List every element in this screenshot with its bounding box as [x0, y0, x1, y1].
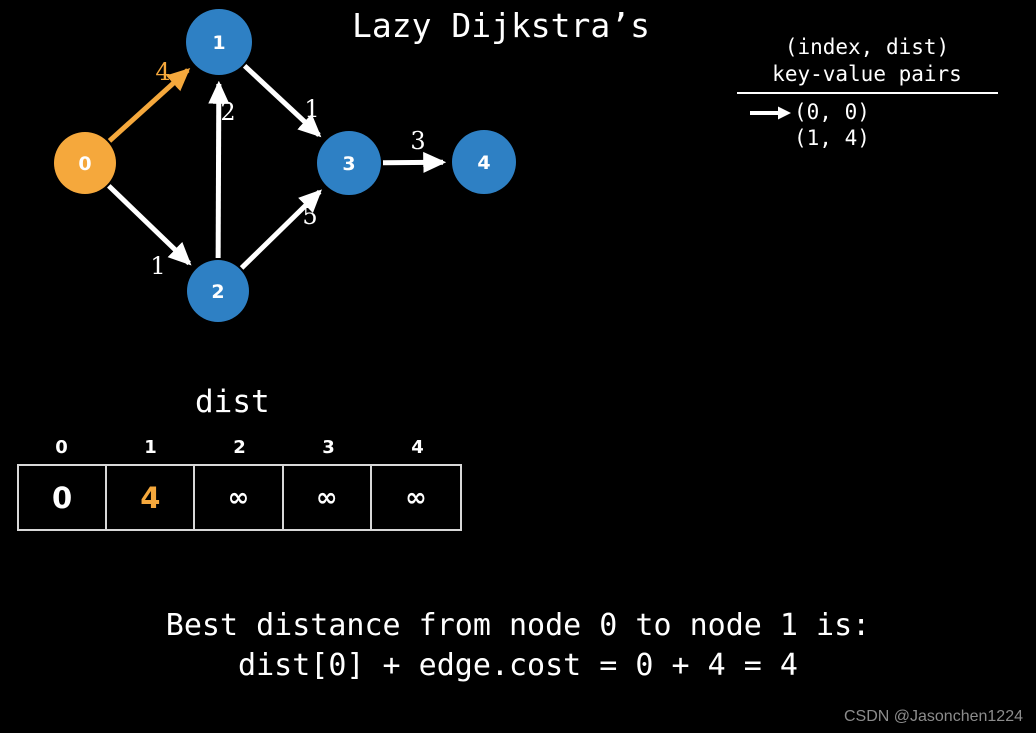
dist-cell: ∞: [195, 466, 284, 529]
edge-weight-label: 3: [410, 127, 425, 155]
slide-canvas: 0 1 2 3 4 4 1 2 1 5 3 Lazy Dijkstra’s (index, dis…: [0, 0, 1036, 733]
dist-index-label: 0: [55, 437, 68, 458]
pq-pointer-arrow-icon: [750, 106, 791, 120]
dist-index-label: 4: [411, 437, 424, 458]
watermark: CSDN @Jasonchen1224: [843, 708, 1023, 725]
pq-header-line-2: key-value pairs: [772, 62, 962, 86]
graph-edge: [107, 184, 192, 266]
graph-node-label: 3: [342, 153, 355, 175]
priority-queue-panel: (index, dist) key-value pairs (0, 0) (1,…: [722, 34, 1012, 151]
pq-entry: (1, 4): [794, 126, 870, 150]
pq-entry-list: (0, 0) (1, 4): [722, 99, 1012, 151]
dist-cell: 4: [107, 466, 196, 529]
edge-weight-label: 2: [220, 98, 235, 126]
node-layer: 0 1 2 3 4: [54, 9, 516, 322]
dist-index-label: 2: [233, 437, 246, 458]
graph-node-label: 4: [477, 152, 490, 174]
explanation-line-1: Best distance from node 0 to node 1 is:: [165, 608, 871, 643]
dist-index-label: 1: [144, 437, 157, 458]
graph-node-label: 2: [211, 281, 224, 303]
dist-index-label: 3: [322, 437, 335, 458]
graph-edge: [107, 67, 191, 143]
graph-node-label: 0: [78, 153, 91, 175]
edge-weight-label: 4: [155, 58, 170, 86]
edge-weight-layer: 4 1 2 1 5 3: [150, 58, 425, 280]
edge-weight-label: 1: [304, 95, 319, 123]
graph-node-label: 1: [212, 32, 225, 54]
edge-layer: [107, 64, 447, 270]
graph-edge: [208, 80, 230, 259]
dist-table: 0 4 ∞ ∞ ∞: [17, 464, 462, 531]
explanation-line-2: dist[0] + edge.cost = 0 + 4 = 4: [238, 648, 798, 683]
dist-cell: 0: [19, 466, 108, 529]
dist-index-header-row: 0 1 2 3 4: [17, 437, 462, 458]
dist-cell: ∞: [284, 466, 372, 529]
explanation-block: Best distance from node 0 to node 1 is: …: [0, 606, 1036, 686]
edge-weight-label: 1: [150, 252, 165, 280]
edge-weight-label: 5: [302, 202, 317, 230]
dist-table-title: dist: [195, 384, 270, 420]
pq-entry: (0, 0): [794, 100, 870, 124]
dist-cell: ∞: [405, 482, 427, 513]
page-title: Lazy Dijkstra’s: [352, 6, 651, 45]
pq-divider: [736, 92, 998, 94]
pq-header-line-1: (index, dist): [784, 35, 950, 59]
